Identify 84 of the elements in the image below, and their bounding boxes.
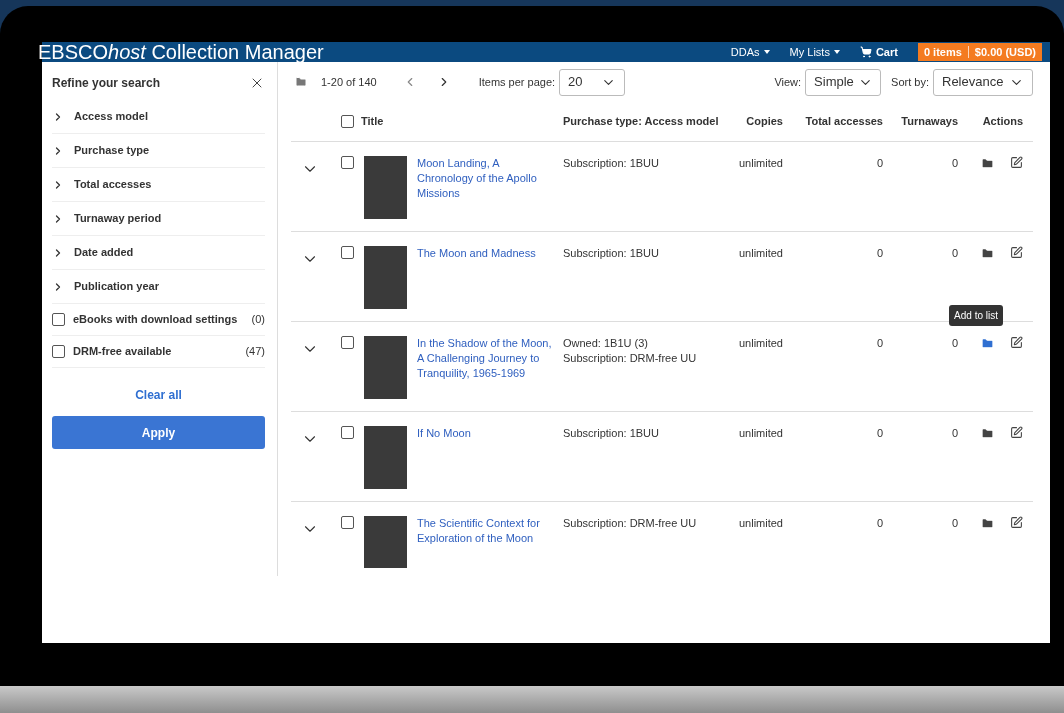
filter-checkbox[interactable] xyxy=(52,313,65,326)
purchase-type: Subscription: DRM-free UU xyxy=(563,516,698,531)
caret-icon xyxy=(833,50,840,54)
purchase-type: Subscription: 1BUU xyxy=(563,426,660,441)
edit-icon[interactable] xyxy=(1010,156,1023,169)
column-header: Copies xyxy=(745,114,783,130)
total-accesses-value: 0 xyxy=(875,336,883,351)
copies-value: unlimited xyxy=(737,156,783,171)
column-header: Purchase type: Access model xyxy=(563,114,720,130)
row-checkbox[interactable] xyxy=(341,426,354,439)
filter-checkbox[interactable] xyxy=(52,345,65,358)
row-checkbox[interactable] xyxy=(341,336,354,349)
column-header: Total accesses xyxy=(804,114,883,130)
copies-value: unlimited xyxy=(737,246,783,261)
copies-value: unlimited xyxy=(737,336,783,351)
add-to-list-icon[interactable] xyxy=(981,157,994,170)
total-accesses-value: 0 xyxy=(875,156,883,171)
add-to-list-icon[interactable] xyxy=(981,337,994,350)
column-header: Title xyxy=(361,114,385,130)
cart-icon xyxy=(859,46,872,58)
row-checkbox[interactable] xyxy=(341,246,354,259)
filter-expander[interactable]: Purchase type xyxy=(52,134,265,168)
nav-menu[interactable]: My Lists xyxy=(789,43,840,61)
book-title-link[interactable]: In the Shadow of the Moon, A Challenging Journey to Tranquility, 1965-1969 xyxy=(417,336,563,399)
column-header: Turnaways xyxy=(900,114,958,130)
copies-value: unlimited xyxy=(737,516,783,531)
turnaways-value: 0 xyxy=(950,516,958,531)
sort-select[interactable]: Relevance xyxy=(933,68,1033,96)
edit-icon[interactable] xyxy=(1010,336,1023,349)
add-to-list-icon[interactable] xyxy=(981,247,994,260)
book-title-link[interactable]: If No Moon xyxy=(417,426,563,489)
filter-expander[interactable]: Access model xyxy=(52,100,265,134)
turnaways-value: 0 xyxy=(950,156,958,171)
filter-count: (0) xyxy=(251,312,265,328)
total-accesses-value: 0 xyxy=(875,516,883,531)
nav-menu[interactable]: DDAs xyxy=(730,43,770,61)
select-all-checkbox[interactable] xyxy=(341,115,354,128)
purchase-type: Subscription: 1BUU xyxy=(563,246,660,261)
filter-count: (47) xyxy=(245,344,265,360)
purchase-type: Subscription: DRM-free UU xyxy=(563,351,698,366)
add-to-list-icon[interactable] xyxy=(981,517,994,530)
total-accesses-value: 0 xyxy=(875,426,883,441)
copies-value: unlimited xyxy=(737,426,783,441)
book-title-link[interactable]: Moon Landing, A Chronology of the Apollo Missions xyxy=(417,156,563,219)
view-label: View: xyxy=(774,74,802,90)
book-title-link[interactable]: The Scientific Context for Exploration of the Moon xyxy=(417,516,563,568)
turnaways-value: 0 xyxy=(950,336,958,351)
cart-link[interactable]: Cart xyxy=(859,43,898,61)
book-cover-placeholder xyxy=(364,516,407,568)
view-select[interactable]: Simple xyxy=(805,68,882,96)
add-to-list-icon[interactable] xyxy=(981,427,994,440)
filter-expander[interactable]: Turnaway period xyxy=(52,202,265,236)
turnaways-value: 0 xyxy=(950,426,958,441)
sidebar-title: Refine your search xyxy=(52,75,161,92)
total-accesses-value: 0 xyxy=(875,246,883,261)
app-title: EBSCOhost Collection Manager xyxy=(38,42,324,62)
folder-plus-icon[interactable] xyxy=(295,76,307,88)
turnaways-value: 0 xyxy=(950,246,958,261)
items-per-page-select[interactable]: 20 xyxy=(559,68,626,96)
caret-icon xyxy=(763,50,770,54)
purchase-type: Owned: 1B1U (3) xyxy=(563,336,649,351)
column-header: Actions xyxy=(981,114,1024,130)
row-checkbox[interactable] xyxy=(341,516,354,529)
apply-button[interactable]: Apply xyxy=(52,416,265,449)
result-range: 1-20 of 140 xyxy=(321,74,377,90)
edit-icon[interactable] xyxy=(1010,246,1023,259)
filter-label: DRM-free available xyxy=(73,344,173,360)
tooltip: Add to list xyxy=(949,305,1003,326)
row-checkbox[interactable] xyxy=(341,156,354,169)
filter-expander[interactable]: Date added xyxy=(52,236,265,270)
purchase-type: Subscription: 1BUU xyxy=(563,156,660,171)
filter-label: eBooks with download settings xyxy=(73,312,239,328)
book-cover-placeholder xyxy=(364,156,407,219)
clear-all-link[interactable]: Clear all xyxy=(135,386,182,404)
book-cover-placeholder xyxy=(364,426,407,489)
book-title-link[interactable]: The Moon and Madness xyxy=(417,246,563,309)
edit-icon[interactable] xyxy=(1010,426,1023,439)
sort-label: Sort by: xyxy=(891,74,929,90)
filter-expander[interactable]: Publication year xyxy=(52,270,265,304)
book-cover-placeholder xyxy=(364,336,407,399)
edit-icon[interactable] xyxy=(1010,516,1023,529)
book-cover-placeholder xyxy=(364,246,407,309)
items-per-page-label: Items per page: xyxy=(478,74,556,90)
filter-expander[interactable]: Total accesses xyxy=(52,168,265,202)
